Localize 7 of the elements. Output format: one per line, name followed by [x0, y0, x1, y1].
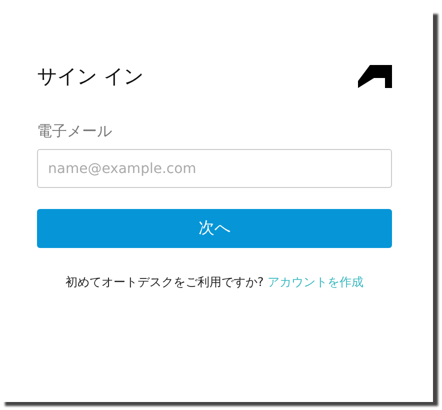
logo-icon — [358, 64, 392, 88]
email-field[interactable]: name@example.com — [37, 149, 392, 188]
next-button[interactable]: 次へ — [37, 209, 392, 248]
create-account-link[interactable]: アカウントを作成 — [268, 275, 364, 289]
signup-prompt: 初めてオートデスクをご利用ですか? — [65, 275, 264, 289]
email-label: 電子メール — [37, 122, 113, 141]
sign-in-title: サイン イン — [37, 62, 144, 90]
